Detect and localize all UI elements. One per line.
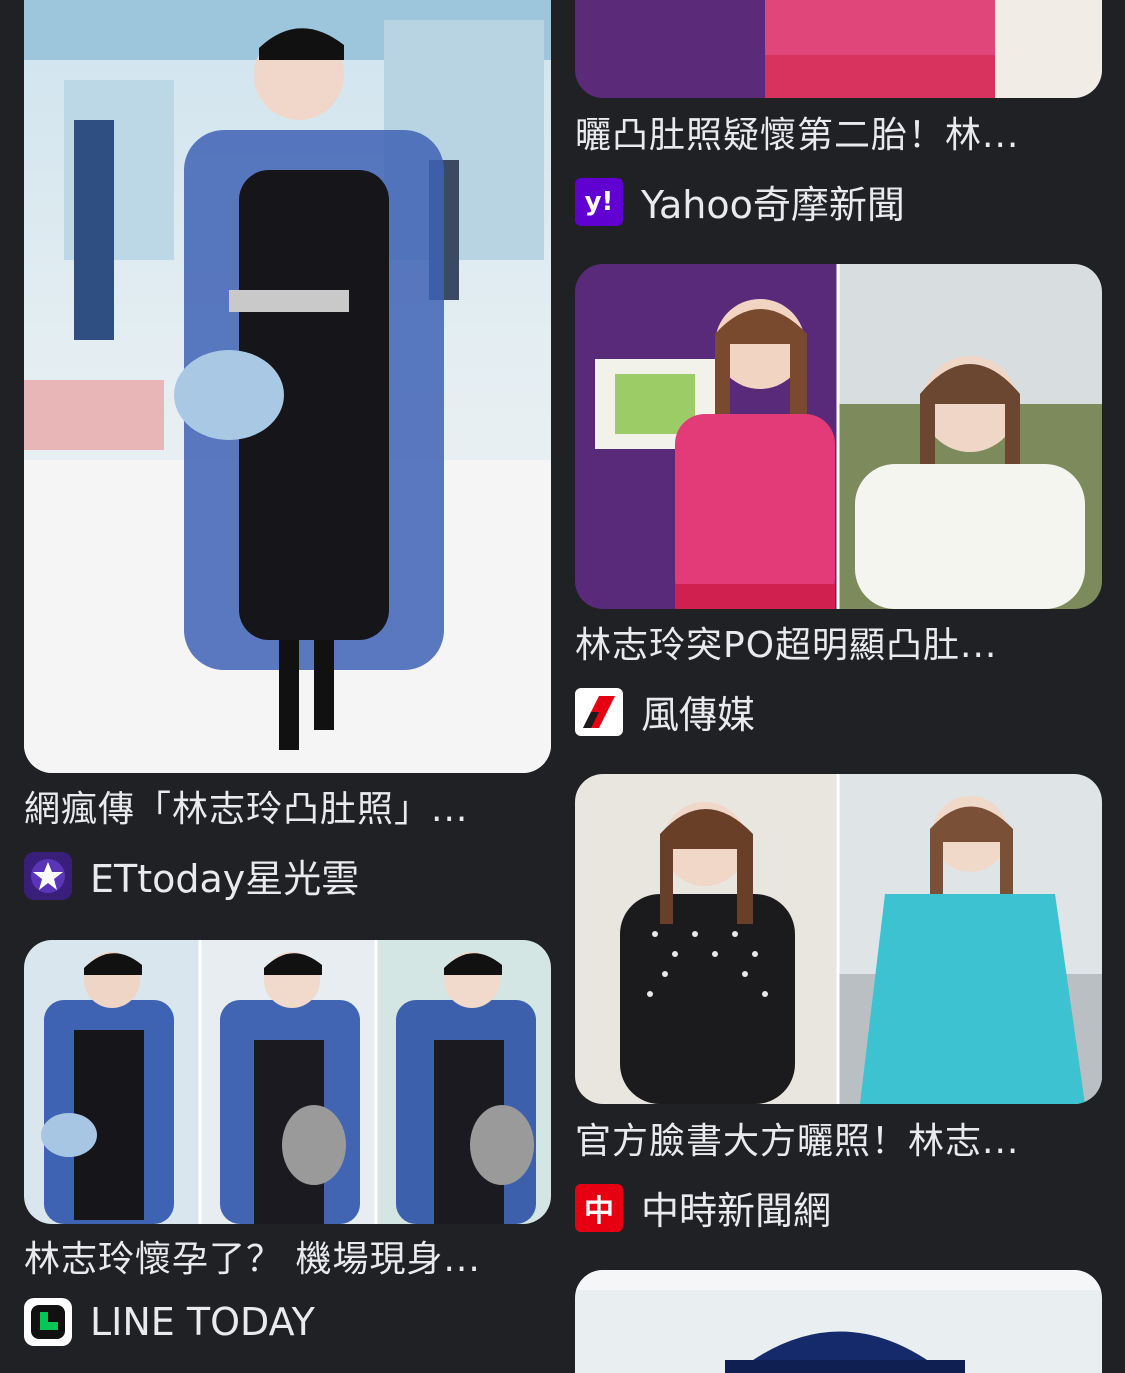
result-title[interactable]: 官方臉書大方曬照！林志... bbox=[575, 1120, 1102, 1164]
china-times-icon: 中 bbox=[575, 1183, 623, 1232]
result-thumbnail[interactable] bbox=[24, 0, 551, 773]
result-title[interactable]: 林志玲懷孕了？ 機場現身... bbox=[24, 1238, 551, 1282]
result-thumbnail[interactable] bbox=[575, 264, 1102, 609]
image-result-card[interactable]: 網瘋傳「林志玲凸肚照」... ETtoday星光雲 bbox=[24, 0, 551, 903]
result-title[interactable]: 網瘋傳「林志玲凸肚照」... bbox=[24, 788, 544, 832]
storm-media-icon bbox=[575, 687, 623, 736]
result-title[interactable]: 林志玲突PO超明顯凸肚... bbox=[575, 624, 1102, 668]
china-times-icon-text: 中 bbox=[584, 1193, 614, 1229]
yahoo-icon: y! bbox=[575, 177, 623, 226]
result-source[interactable]: 中 中時新聞網 bbox=[575, 1180, 831, 1235]
result-title[interactable]: 曬凸肚照疑懷第二胎！林... bbox=[575, 114, 1102, 158]
yahoo-icon-text: y! bbox=[584, 186, 614, 217]
result-source[interactable]: y! Yahoo奇摩新聞 bbox=[575, 174, 905, 229]
image-result-card[interactable]: 林志玲懷孕了？ 機場現身... LINE TODAY bbox=[24, 940, 551, 1360]
source-name: ETtoday星光雲 bbox=[90, 857, 360, 901]
result-thumbnail[interactable] bbox=[575, 774, 1102, 1104]
image-result-card[interactable]: 官方臉書大方曬照！林志... 中 中時新聞網 bbox=[575, 774, 1102, 1254]
image-result-card[interactable]: 曬凸肚照疑懷第二胎！林... y! Yahoo奇摩新聞 bbox=[575, 0, 1102, 230]
result-thumbnail[interactable] bbox=[575, 0, 1102, 98]
source-name: Yahoo奇摩新聞 bbox=[641, 183, 905, 227]
source-name: 中時新聞網 bbox=[641, 1189, 832, 1233]
result-thumbnail[interactable] bbox=[24, 940, 551, 1224]
result-thumbnail[interactable] bbox=[575, 1270, 1102, 1373]
result-source[interactable]: ETtoday星光雲 bbox=[24, 848, 359, 903]
image-result-card[interactable] bbox=[575, 1270, 1102, 1373]
source-name: LINE TODAY bbox=[90, 1300, 315, 1344]
image-result-card[interactable]: 林志玲突PO超明顯凸肚... 風傳媒 bbox=[575, 264, 1102, 744]
ettoday-star-icon bbox=[24, 851, 72, 900]
source-name: 風傳媒 bbox=[641, 693, 756, 737]
image-results-grid: 網瘋傳「林志玲凸肚照」... ETtoday星光雲 林志玲懷孕了？ 機場現身..… bbox=[0, 0, 1125, 1373]
result-source[interactable]: LINE TODAY bbox=[24, 1298, 315, 1346]
result-source[interactable]: 風傳媒 bbox=[575, 684, 755, 739]
line-today-icon bbox=[24, 1298, 72, 1346]
